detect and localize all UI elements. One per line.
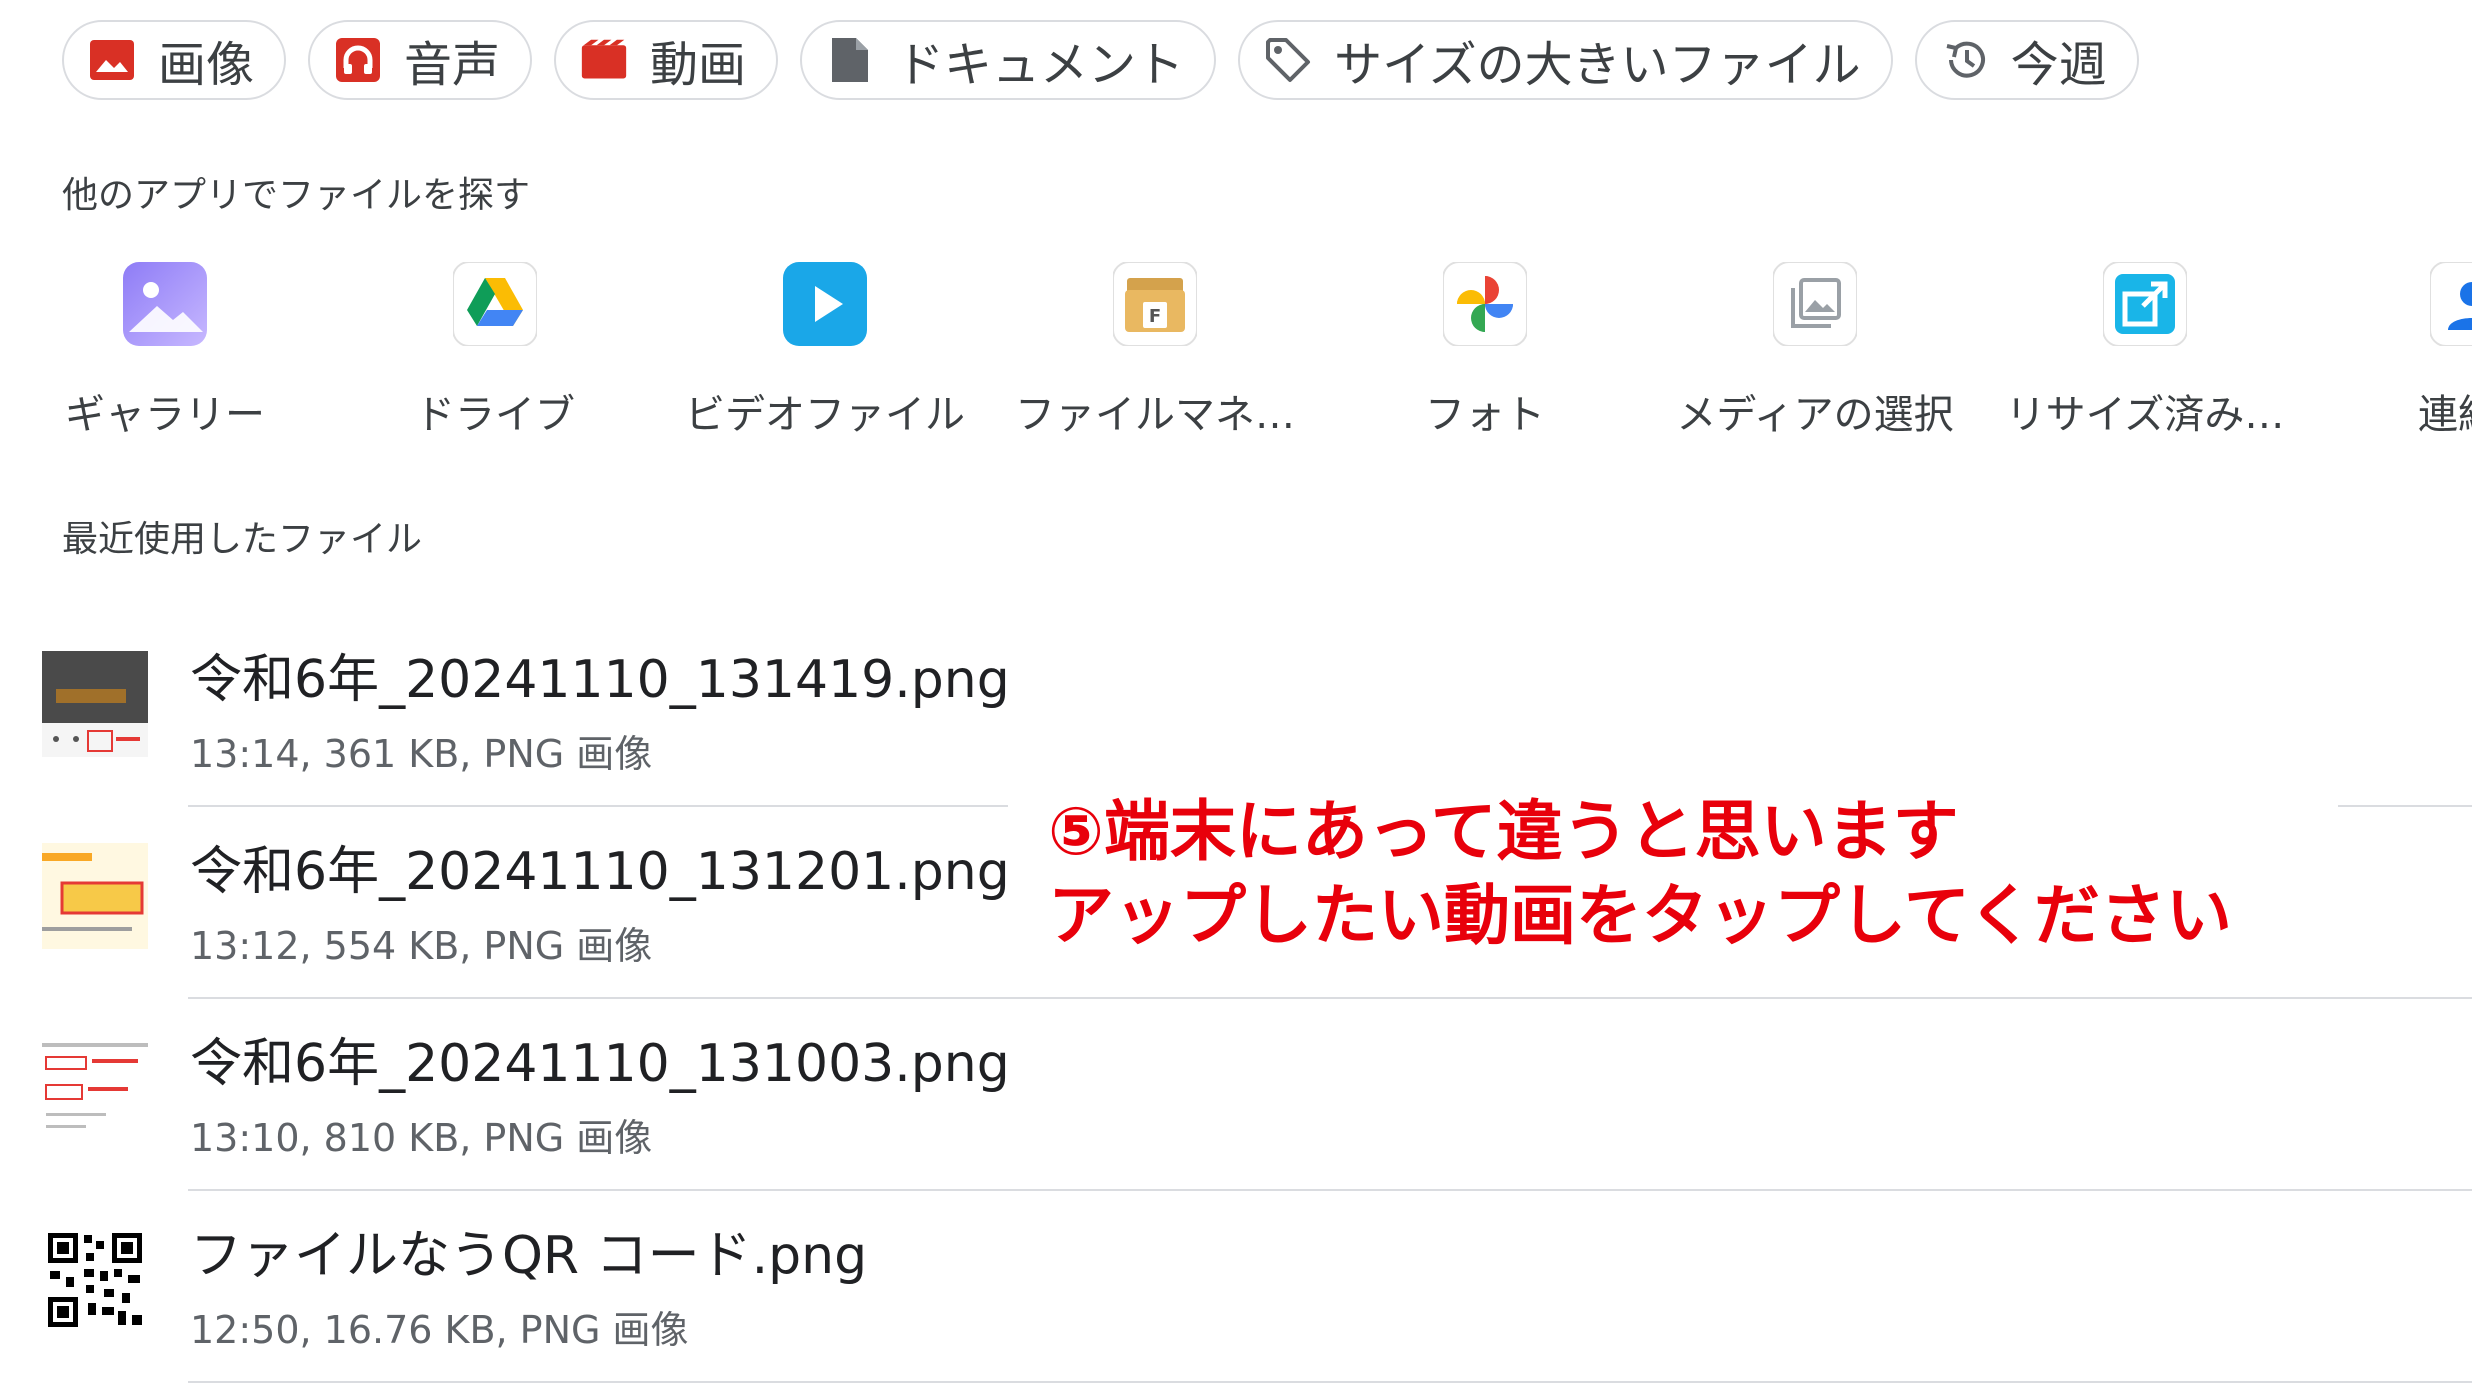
app-gallery[interactable]: ギャラリー: [0, 262, 330, 440]
section-title-recent: 最近使用したファイル: [62, 519, 423, 560]
chip-video[interactable]: 動画: [554, 20, 779, 100]
app-label: リサイズ済み…: [2005, 392, 2285, 438]
chip-label: 今週: [2010, 37, 2107, 93]
chip-audio[interactable]: 音声: [308, 20, 533, 100]
file-meta: 13:14, 361 KB, PNG 画像: [190, 732, 653, 776]
app-label: 連絡: [2418, 392, 2472, 438]
app-label: ビデオファイル: [685, 392, 965, 438]
section-title-other-apps: 他のアプリでファイルを探す: [62, 175, 531, 216]
annotation-line-1: ⑤端末にあって違うと思います: [1048, 793, 1959, 870]
app-contacts[interactable]: 連絡: [2310, 262, 2472, 440]
qr-code-icon: [42, 1227, 148, 1333]
app-video-files[interactable]: ビデオファイル: [660, 262, 990, 440]
video-icon: [580, 36, 628, 84]
app-media-picker[interactable]: メディアの選択: [1650, 262, 1980, 440]
tag-icon: [1264, 36, 1312, 84]
chip-label: ドキュメント: [896, 37, 1185, 93]
file-meta: 13:10, 810 KB, PNG 画像: [190, 1116, 653, 1160]
chip-large-files[interactable]: サイズの大きいファイル: [1238, 20, 1893, 100]
app-label: ドライブ: [415, 392, 575, 438]
media-picker-icon: [1773, 262, 1857, 346]
file-meta: 12:50, 16.76 KB, PNG 画像: [190, 1308, 689, 1352]
contacts-icon: [2430, 262, 2472, 346]
app-drive[interactable]: ドライブ: [330, 262, 660, 440]
file-meta: 13:12, 554 KB, PNG 画像: [190, 924, 653, 968]
file-manager-icon: F: [1113, 262, 1197, 346]
chip-this-week[interactable]: 今週: [1914, 20, 2139, 100]
google-drive-icon: [453, 262, 537, 346]
google-photos-icon: [1443, 262, 1527, 346]
app-label: フォト: [1425, 392, 1545, 438]
gallery-icon: [123, 262, 207, 346]
annotation-line-2: アップしたい動画をタップしてください: [1048, 877, 2233, 954]
instruction-annotation: ⑤端末にあって違うと思います アップしたい動画をタップしてください: [1008, 780, 2338, 990]
document-icon: [826, 36, 874, 84]
app-resized[interactable]: リサイズ済み…: [1980, 262, 2310, 440]
chip-label: サイズの大きいファイル: [1334, 37, 1861, 93]
file-thumbnail: [42, 651, 148, 757]
file-thumbnail: [42, 1035, 148, 1141]
file-item[interactable]: 令和6年_20241110_131419.png 13:14, 361 KB, …: [0, 615, 2472, 807]
history-icon: [1941, 36, 1989, 84]
resize-icon: [2103, 262, 2187, 346]
app-label: ファイルマネ…: [1015, 392, 1295, 438]
file-name: 令和6年_20241110_131201.png: [190, 842, 1010, 902]
file-item[interactable]: ファイルなうQR コード.png 12:50, 16.76 KB, PNG 画像: [0, 1191, 2472, 1383]
image-icon: [88, 36, 136, 84]
svg-text:F: F: [1149, 306, 1161, 327]
file-thumbnail: [42, 843, 148, 949]
chip-label: 音声: [404, 37, 501, 93]
file-name: ファイルなうQR コード.png: [190, 1226, 868, 1286]
file-item[interactable]: 令和6年_20241110_131003.png 13:10, 810 KB, …: [0, 999, 2472, 1191]
chip-label: 動画: [650, 37, 747, 93]
file-name: 令和6年_20241110_131003.png: [190, 1034, 1010, 1094]
divider: [188, 1381, 2472, 1383]
chip-documents[interactable]: ドキュメント: [800, 20, 1217, 100]
app-photos[interactable]: フォト: [1320, 262, 1650, 440]
chip-label: 画像: [158, 37, 255, 93]
app-label: メディアの選択: [1676, 392, 1954, 438]
app-file-manager[interactable]: F ファイルマネ…: [990, 262, 1320, 440]
app-label: ギャラリー: [65, 392, 265, 438]
chip-images[interactable]: 画像: [62, 20, 287, 100]
video-player-icon: [783, 262, 867, 346]
category-chips: 画像 音声 動画 ドキュメント サイズの大きいファイル 今週: [62, 20, 2139, 100]
file-name: 令和6年_20241110_131419.png: [190, 650, 1010, 710]
headphones-icon: [334, 36, 382, 84]
